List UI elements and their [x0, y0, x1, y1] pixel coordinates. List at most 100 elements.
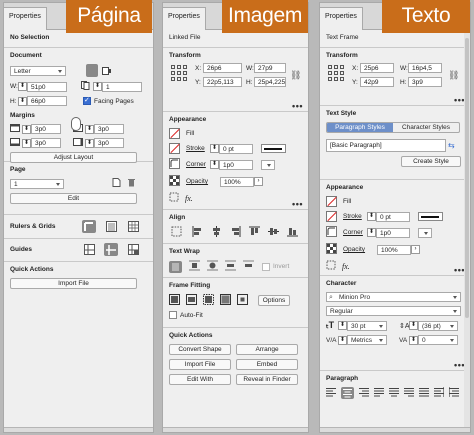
tab-paragraph-styles[interactable]: Paragraph Styles — [327, 123, 393, 132]
leading-select[interactable]: (36 pt) — [418, 320, 458, 331]
stepper-icon[interactable]: ⬍ — [22, 124, 31, 134]
new-page-icon[interactable] — [112, 178, 121, 189]
facing-pages-checkbox[interactable] — [83, 96, 91, 105]
justify-right-icon[interactable] — [404, 387, 414, 399]
fill-frame-proportionally-icon[interactable] — [169, 294, 180, 307]
stepper-icon[interactable]: ⬍ — [338, 321, 347, 330]
page-size-select[interactable]: Letter — [10, 65, 66, 76]
page-select[interactable]: 1 — [10, 178, 64, 189]
baseline-grid-icon[interactable] — [106, 221, 117, 234]
y-field[interactable]: 42p9 — [360, 77, 394, 87]
fit-content-to-frame-icon[interactable] — [220, 294, 231, 307]
align-to-icon[interactable] — [171, 226, 182, 239]
fill-swatch-icon[interactable] — [169, 128, 180, 139]
kerning-select[interactable]: Metrics — [347, 335, 387, 345]
stroke-weight-field[interactable]: 0 pt — [219, 143, 253, 154]
w-field[interactable]: 16p4,5 — [408, 63, 442, 73]
stepper-icon[interactable]: ⬍ — [210, 144, 219, 153]
margin-left-field[interactable]: 3p0 — [94, 124, 124, 134]
x-field[interactable]: 25p6 — [360, 63, 394, 73]
height-field[interactable]: 66p0 — [27, 96, 67, 106]
align-center-icon[interactable] — [211, 226, 222, 239]
margin-bottom-field[interactable]: 3p0 — [31, 138, 61, 148]
stepper-icon[interactable]: ⬍ — [18, 96, 27, 106]
opacity-label[interactable]: Opacity — [186, 178, 220, 185]
panel-resize-handle[interactable] — [163, 427, 308, 432]
stepper-icon[interactable]: ⬍ — [409, 321, 418, 330]
smart-guides-icon[interactable] — [104, 243, 118, 256]
align-left-text-icon[interactable] — [326, 387, 336, 399]
align-right-icon[interactable] — [230, 226, 241, 239]
no-wrap-icon[interactable] — [169, 260, 182, 273]
reference-point-icon[interactable] — [171, 65, 187, 81]
stroke-swatch-icon[interactable] — [169, 143, 180, 154]
tab-properties[interactable]: Properties — [320, 7, 363, 30]
reveal-in-finder-button[interactable]: Reveal in Finder — [236, 374, 298, 385]
opacity-field[interactable]: 100% — [377, 244, 411, 255]
lock-guides-icon[interactable] — [128, 244, 139, 257]
chevron-right-icon[interactable]: › — [254, 177, 263, 186]
font-size-select[interactable]: 30 pt — [347, 320, 387, 331]
align-bottom-icon[interactable] — [287, 226, 298, 239]
panel-scrollbar[interactable] — [464, 30, 470, 432]
x-field[interactable]: 26p6 — [203, 63, 242, 73]
stroke-swatch-icon[interactable] — [326, 211, 337, 222]
wrap-bounding-box-icon[interactable] — [189, 260, 200, 273]
auto-fit-checkbox[interactable] — [169, 311, 177, 319]
effects-label[interactable]: fx. — [342, 262, 350, 271]
link-proportions-icon[interactable]: ⛓ — [448, 70, 459, 81]
stepper-icon[interactable]: ⬍ — [210, 160, 219, 169]
opacity-label[interactable]: Opacity — [343, 246, 377, 253]
fill-swatch-icon[interactable] — [326, 196, 337, 207]
pages-stepper-icon[interactable]: ⬍ — [93, 82, 102, 91]
style-override-icon[interactable]: ⇆ — [448, 141, 455, 150]
import-file-button[interactable]: Import File — [10, 278, 137, 289]
more-options-icon[interactable]: ••• — [292, 200, 303, 209]
opacity-field[interactable]: 100% — [220, 176, 254, 187]
corner-label[interactable]: Corner — [343, 229, 367, 236]
align-away-from-spine-icon[interactable] — [449, 387, 459, 399]
font-family-select[interactable]: ⌕ Minion Pro — [326, 292, 461, 302]
y-field[interactable]: 22p5,113 — [203, 77, 242, 87]
font-style-select[interactable]: Regular — [326, 306, 461, 316]
chevron-right-icon[interactable]: › — [411, 245, 420, 254]
align-left-icon[interactable] — [192, 226, 203, 239]
justify-all-icon[interactable] — [419, 387, 429, 399]
justify-center-icon[interactable] — [389, 387, 399, 399]
tab-properties[interactable]: Properties — [4, 7, 47, 30]
tracking-select[interactable]: 0 — [418, 335, 458, 345]
tab-properties[interactable]: Properties — [163, 7, 206, 30]
corner-label[interactable]: Corner — [186, 161, 210, 168]
tab-character-styles[interactable]: Character Styles — [393, 123, 459, 132]
landscape-orientation-icon[interactable] — [102, 66, 112, 75]
corner-radius-field[interactable]: 1p0 — [219, 159, 253, 170]
paragraph-style-field[interactable]: [Basic Paragraph] — [326, 139, 446, 152]
stepper-icon[interactable]: ⬍ — [367, 228, 376, 237]
w-field[interactable]: 27p9 — [254, 63, 286, 73]
align-middle-icon[interactable] — [268, 226, 279, 239]
margin-right-field[interactable]: 3p0 — [94, 138, 124, 148]
justify-left-icon[interactable] — [374, 387, 384, 399]
effects-label[interactable]: fx. — [185, 194, 193, 203]
document-grid-icon[interactable] — [128, 221, 139, 234]
corner-shape-select[interactable] — [418, 227, 432, 238]
rulers-icon[interactable] — [82, 220, 96, 233]
width-field[interactable]: 51p0 — [27, 81, 67, 92]
create-style-button[interactable]: Create Style — [401, 156, 461, 167]
stepper-icon[interactable]: ⬍ — [85, 138, 94, 148]
panel-resize-handle[interactable] — [4, 427, 153, 432]
transparency-icon[interactable] — [169, 192, 179, 204]
more-options-icon[interactable]: ••• — [292, 102, 303, 111]
jump-object-icon[interactable] — [225, 260, 236, 273]
stepper-icon[interactable]: ⬍ — [409, 335, 418, 345]
fit-content-proportionally-icon[interactable] — [186, 294, 197, 307]
transparency-icon[interactable] — [326, 260, 336, 272]
pages-field[interactable]: 1 — [102, 81, 142, 92]
margin-top-field[interactable]: 3p0 — [31, 124, 61, 134]
align-towards-spine-icon[interactable] — [434, 387, 444, 399]
align-center-text-icon[interactable] — [341, 387, 354, 399]
corner-shape-select[interactable] — [261, 159, 275, 170]
guides-icon[interactable] — [84, 244, 95, 257]
stroke-label[interactable]: Stroke — [186, 145, 210, 152]
stepper-icon[interactable]: ⬍ — [338, 335, 347, 345]
